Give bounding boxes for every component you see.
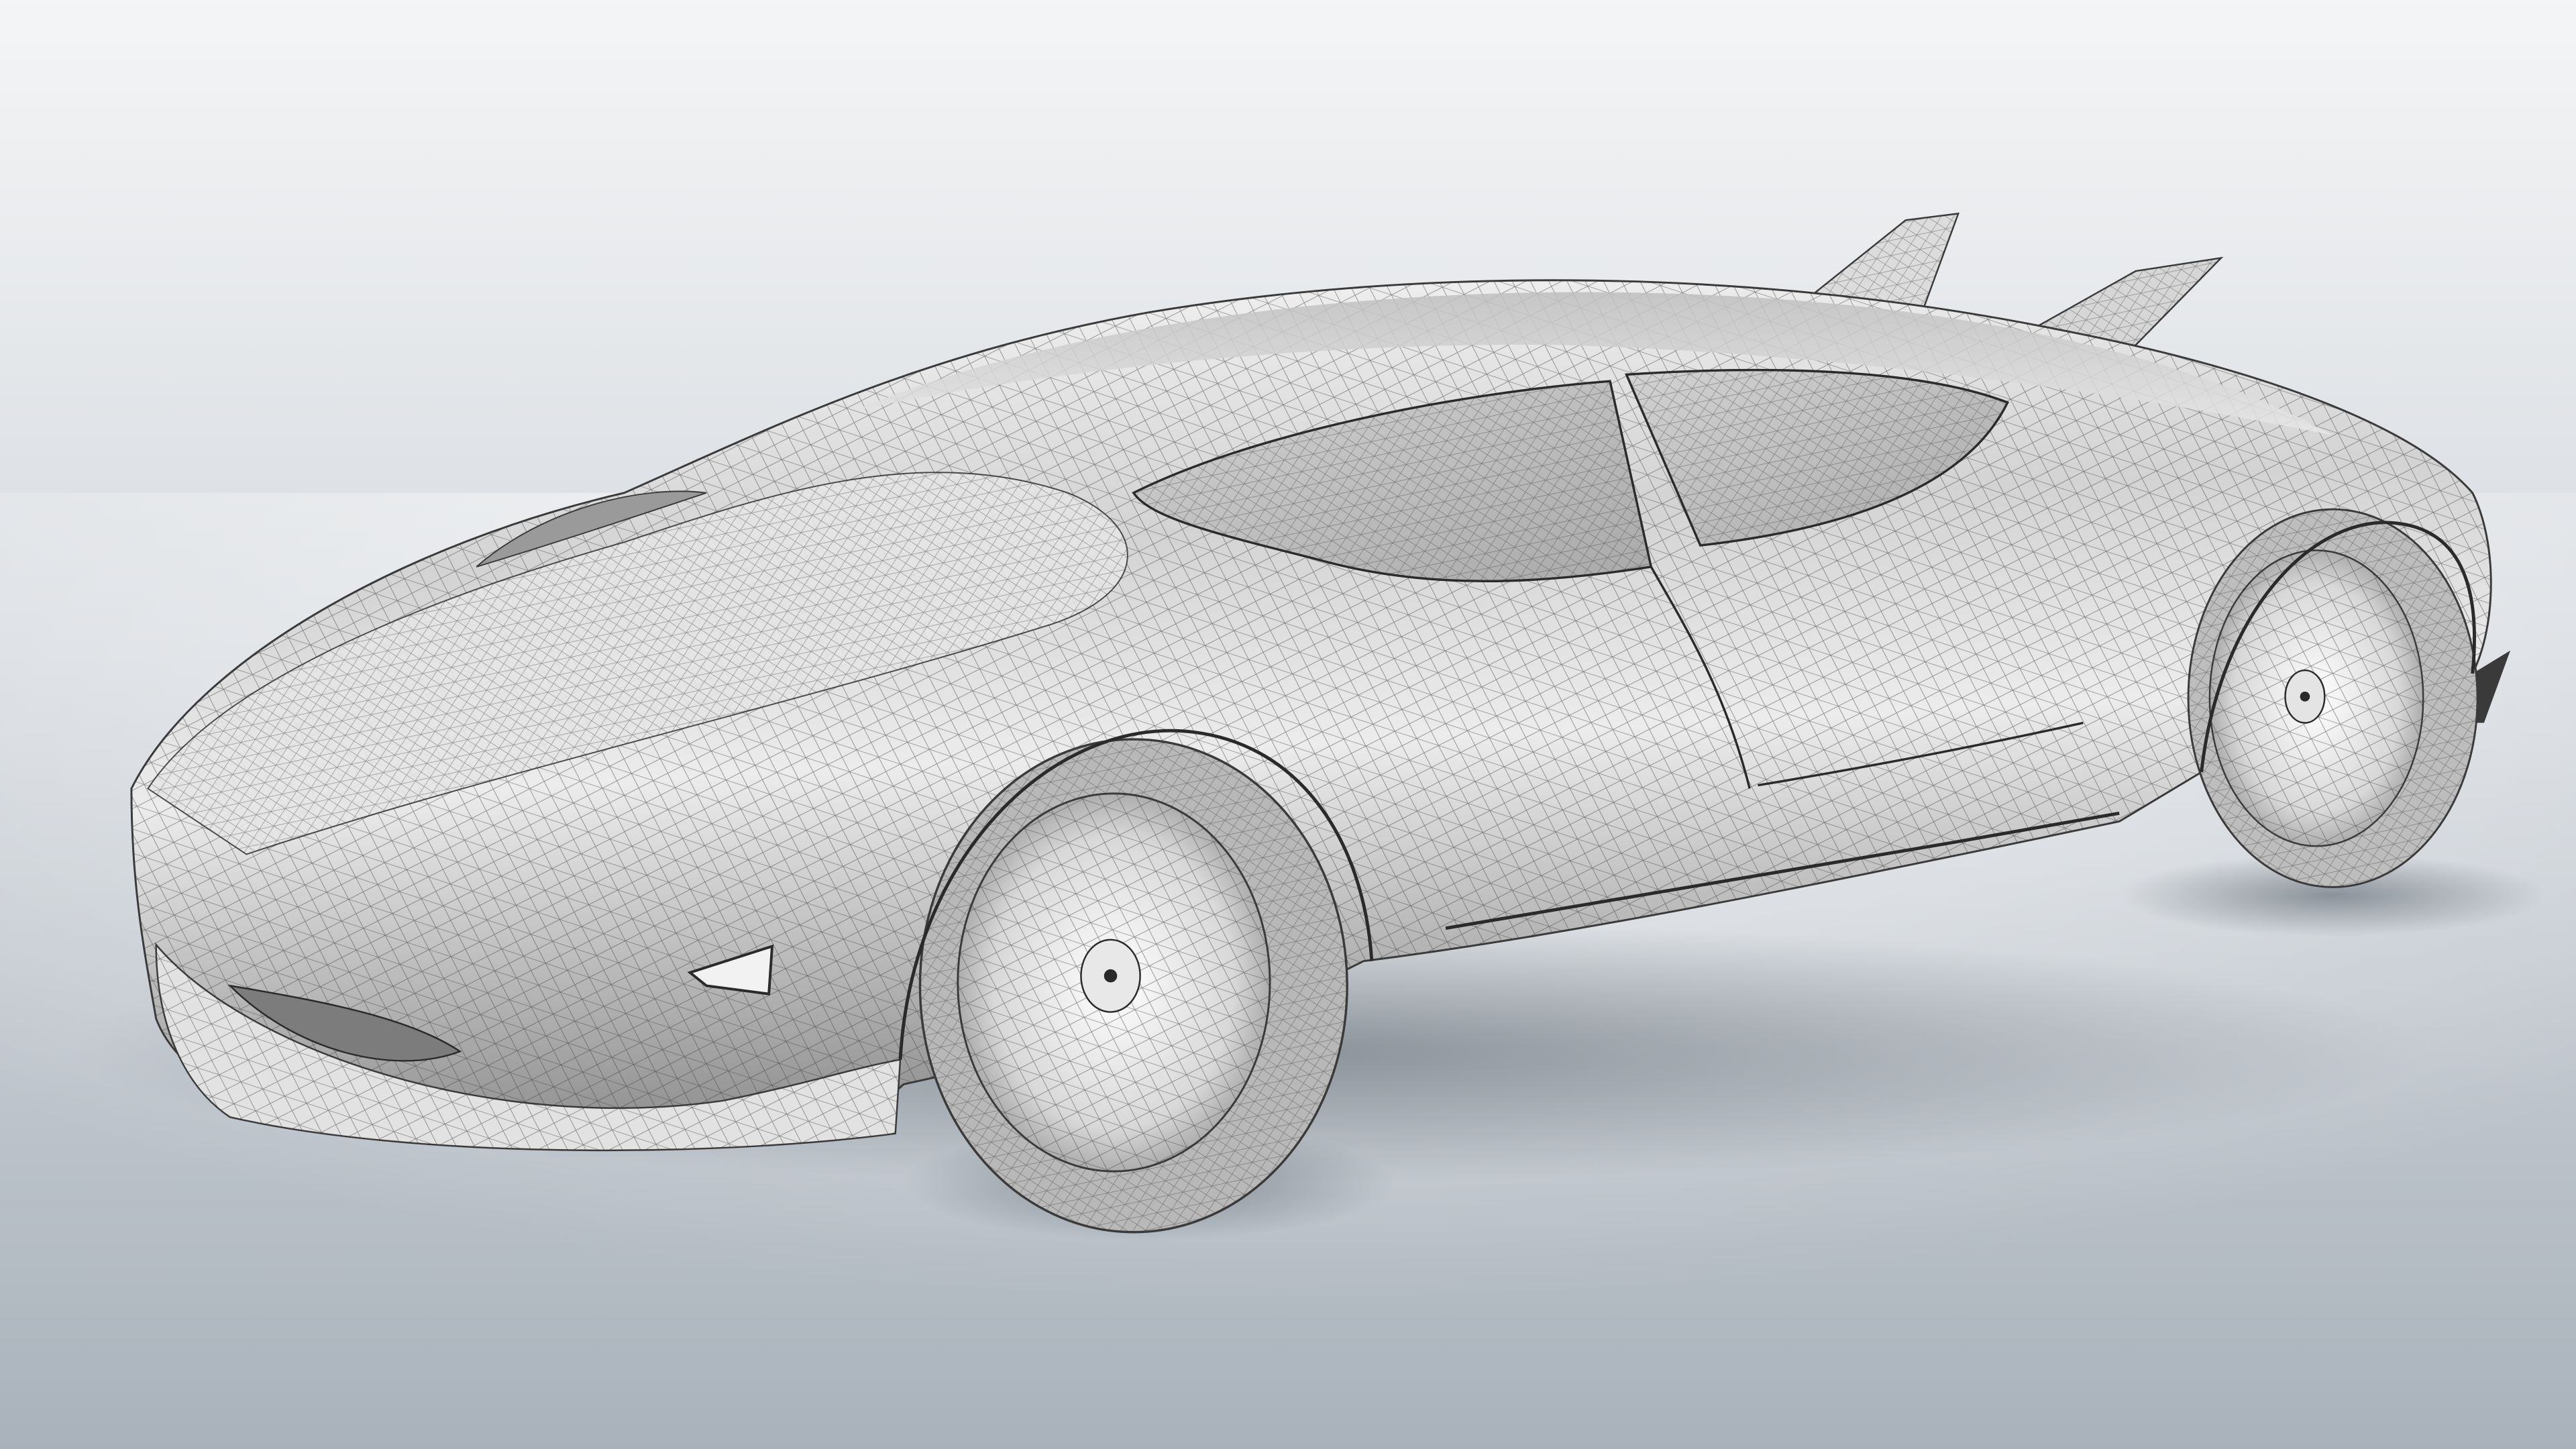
- front-wheel: [918, 738, 1348, 1234]
- car-render-scene: [0, 0, 2576, 1449]
- rear-wheel: [2187, 508, 2479, 888]
